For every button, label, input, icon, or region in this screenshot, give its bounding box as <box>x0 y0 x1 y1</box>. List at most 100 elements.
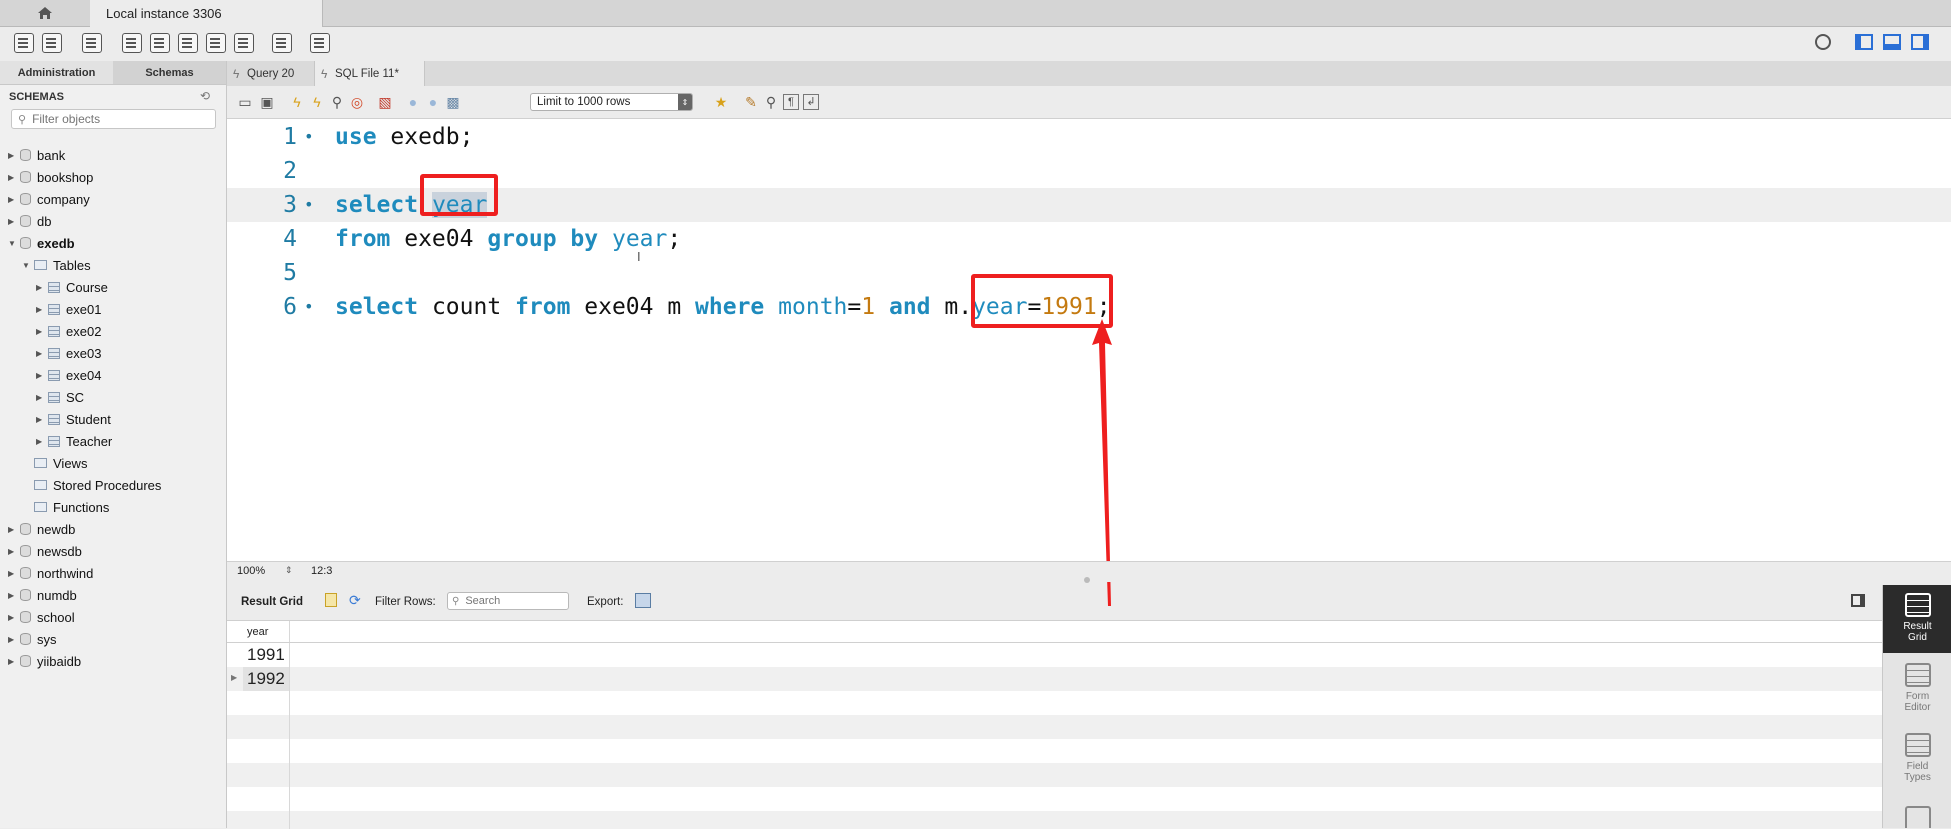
column-header-year[interactable]: year <box>243 621 290 642</box>
tab-schemas[interactable]: Schemas <box>113 61 226 84</box>
refresh-results-icon[interactable]: ⟳ <box>349 592 361 609</box>
search-table-data-icon[interactable] <box>272 33 292 53</box>
tab-local-instance[interactable]: Local instance 3306 <box>90 0 323 27</box>
table-row[interactable]: ▶ 1992 <box>227 667 1882 691</box>
execute-current-icon[interactable]: ϟ <box>309 94 325 110</box>
chevron-updown-icon[interactable]: ⇕ <box>285 565 293 576</box>
explain-icon[interactable]: ⚲ <box>329 94 345 110</box>
home-tab[interactable] <box>0 0 91 26</box>
stop-icon[interactable]: ◎ <box>349 94 365 110</box>
tab-administration[interactable]: Administration <box>0 61 113 84</box>
add-snippet-icon[interactable]: ★ <box>713 94 729 110</box>
schema-company[interactable]: ▶ company <box>8 188 90 210</box>
limit-rows-select[interactable]: Limit to 1000 rows ⇕ <box>530 93 693 111</box>
table-item[interactable]: ▶ SC <box>36 386 84 408</box>
filter-rows-field[interactable]: ⚲ <box>447 592 569 610</box>
toggle-error-icon[interactable]: ▧ <box>377 94 393 110</box>
open-sql-script-icon[interactable] <box>42 33 62 53</box>
expand-arrow-icon[interactable]: ▶ <box>8 151 18 160</box>
table-item[interactable]: ▶ exe02 <box>36 320 101 342</box>
toggle-sidebar-icon[interactable] <box>1855 34 1873 50</box>
tab-query-20[interactable]: ϟ Query 20 <box>227 61 315 86</box>
save-icon[interactable]: ▣ <box>259 94 275 110</box>
expand-arrow-icon[interactable]: ▶ <box>36 437 46 446</box>
reconnect-icon[interactable] <box>310 33 330 53</box>
autocommit-icon[interactable]: ▩ <box>445 94 461 110</box>
table-item[interactable]: ▶ Teacher <box>36 430 112 452</box>
expand-arrow-icon[interactable]: ▶ <box>8 613 18 622</box>
export-icon[interactable] <box>635 593 651 608</box>
schema-newdb[interactable]: ▶ newdb <box>8 518 75 540</box>
expand-arrow-icon[interactable]: ▶ <box>8 525 18 534</box>
table-item[interactable]: ▶ Student <box>36 408 111 430</box>
tables-folder[interactable]: ▼ Tables <box>22 254 91 276</box>
grid-view-icon[interactable] <box>325 593 337 607</box>
table-item[interactable]: ▶ exe04 <box>36 364 101 386</box>
stored-procedures-folder[interactable]: Stored Procedures <box>32 474 161 496</box>
filter-rows-input[interactable] <box>463 594 563 608</box>
expand-arrow-icon[interactable]: ▶ <box>36 349 46 358</box>
zoom-level[interactable]: 100% <box>237 565 265 577</box>
expand-arrow-icon[interactable]: ▶ <box>8 217 18 226</box>
open-file-icon[interactable]: ▭ <box>237 94 253 110</box>
schema-bank[interactable]: ▶ bank <box>8 144 65 166</box>
expand-arrow-icon[interactable]: ▶ <box>36 415 46 424</box>
schema-school[interactable]: ▶ school <box>8 606 75 628</box>
expand-arrow-icon[interactable]: ▶ <box>36 371 46 380</box>
schema-yiibaidb[interactable]: ▶ yiibaidb <box>8 650 81 672</box>
rollback-icon[interactable]: ● <box>425 94 441 110</box>
collapse-arrow-icon[interactable]: ▼ <box>8 239 18 248</box>
filter-objects-field[interactable]: ⚲ <box>11 109 216 129</box>
expand-arrow-icon[interactable]: ▶ <box>36 305 46 314</box>
execute-icon[interactable]: ϟ <box>289 94 305 110</box>
settings-icon[interactable] <box>1815 34 1831 50</box>
tab-sql-file-11[interactable]: ϟ SQL File 11* <box>315 61 425 86</box>
sql-code-editor[interactable]: 1 • use exedb; 2 3 • select year 4 from ex… <box>227 119 1951 606</box>
table-cell[interactable]: 1992 <box>243 667 290 691</box>
schema-northwind[interactable]: ▶ northwind <box>8 562 93 584</box>
query-stats-icon[interactable] <box>1905 806 1931 828</box>
views-folder[interactable]: Views <box>32 452 87 474</box>
word-wrap-icon[interactable]: ↲ <box>803 94 819 110</box>
beautify-icon[interactable]: ✎ <box>743 94 759 110</box>
create-procedure-icon[interactable] <box>206 33 226 53</box>
expand-arrow-icon[interactable]: ▶ <box>8 635 18 644</box>
expand-arrow-icon[interactable]: ▶ <box>8 591 18 600</box>
expand-arrow-icon[interactable]: ▶ <box>8 173 18 182</box>
schema-sys[interactable]: ▶ sys <box>8 628 57 650</box>
form-editor-button[interactable]: Form Editor <box>1883 655 1951 723</box>
create-schema-icon[interactable] <box>122 33 142 53</box>
refresh-icon[interactable]: ⟲ <box>200 89 210 103</box>
expand-arrow-icon[interactable]: ▶ <box>8 569 18 578</box>
filter-objects-input[interactable] <box>30 111 205 127</box>
toggle-secondary-sidebar-icon[interactable] <box>1911 34 1929 50</box>
create-table-icon[interactable] <box>150 33 170 53</box>
find-icon[interactable]: ⚲ <box>763 94 779 110</box>
table-item[interactable]: ▶ exe01 <box>36 298 101 320</box>
field-types-button[interactable]: Field Types <box>1883 725 1951 793</box>
schema-numdb[interactable]: ▶ numdb <box>8 584 77 606</box>
splitter-handle[interactable] <box>1084 577 1090 583</box>
schema-newsdb[interactable]: ▶ newsdb <box>8 540 82 562</box>
toggle-output-icon[interactable] <box>1883 34 1901 50</box>
collapse-arrow-icon[interactable]: ▼ <box>22 261 32 270</box>
result-grid[interactable]: year 1991 ▶ 1992 <box>227 620 1882 829</box>
result-grid-button[interactable]: Result Grid <box>1883 585 1951 653</box>
schema-bookshop[interactable]: ▶ bookshop <box>8 166 93 188</box>
expand-arrow-icon[interactable]: ▶ <box>8 547 18 556</box>
table-cell[interactable]: 1991 <box>243 643 290 667</box>
expand-arrow-icon[interactable]: ▶ <box>8 657 18 666</box>
expand-arrow-icon[interactable]: ▶ <box>36 393 46 402</box>
expand-arrow-icon[interactable]: ▶ <box>36 283 46 292</box>
schema-exedb[interactable]: ▼ exedb <box>8 232 75 254</box>
table-item[interactable]: ▶ Course <box>36 276 108 298</box>
functions-folder[interactable]: Functions <box>32 496 109 518</box>
table-item[interactable]: ▶ exe03 <box>36 342 101 364</box>
expand-arrow-icon[interactable]: ▶ <box>8 195 18 204</box>
inspector-icon[interactable] <box>82 33 102 53</box>
expand-arrow-icon[interactable]: ▶ <box>36 327 46 336</box>
new-sql-tab-icon[interactable] <box>14 33 34 53</box>
create-view-icon[interactable] <box>178 33 198 53</box>
commit-icon[interactable]: ● <box>405 94 421 110</box>
toggle-result-panel-icon[interactable] <box>1851 594 1865 607</box>
